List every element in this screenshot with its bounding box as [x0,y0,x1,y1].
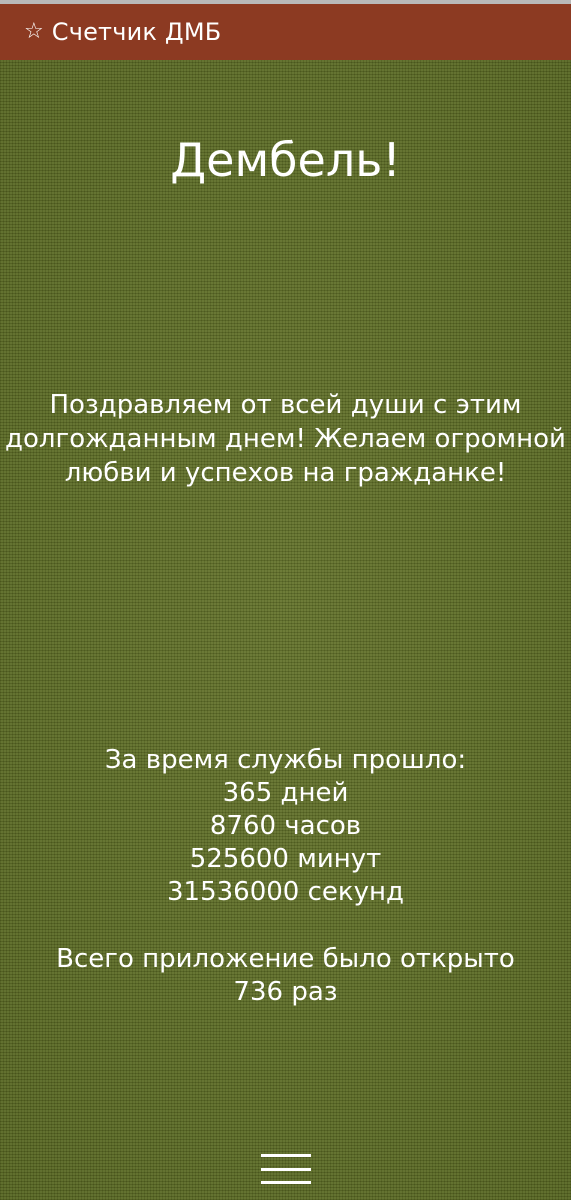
app-opened-label: Всего приложение было открыто [56,944,515,974]
hamburger-menu-icon[interactable] [261,1154,311,1184]
stats-spacer [0,909,571,943]
menu-bar-middle [261,1167,311,1171]
stats-days: 365 дней [222,778,349,808]
stats-minutes: 525600 минут [189,844,382,874]
stats-seconds: 31536000 секунд [167,877,404,907]
app-header: ☆ Счетчик ДМБ [0,4,571,60]
service-stats: За время службы прошло: 365 дней 8760 ча… [0,744,571,1009]
app-title: Счетчик ДМБ [51,18,222,46]
congratulation-message: Поздравляем от всей души с этим долгожда… [5,390,566,488]
app-opened-count: 736 раз [233,977,338,1007]
stats-hours: 8760 часов [209,811,362,841]
demobilization-headline: Дембель! [170,133,401,187]
star-icon: ☆ [24,19,44,44]
stats-intro: За время службы прошло: [104,745,467,775]
menu-bar-top [261,1154,311,1157]
menu-bar-bottom [261,1181,311,1184]
